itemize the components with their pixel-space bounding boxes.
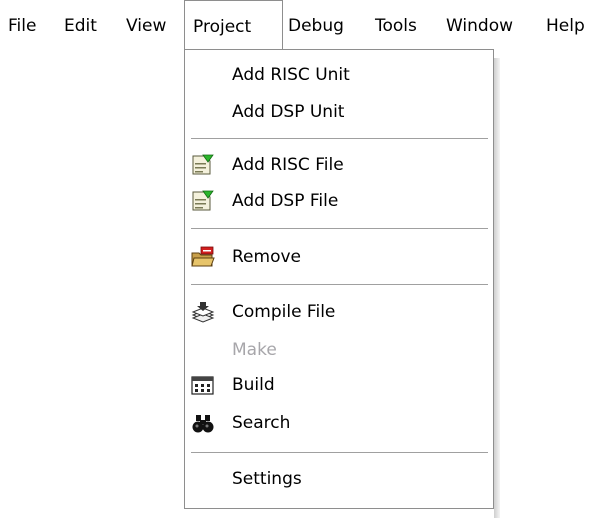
- add-file-icon: [191, 190, 215, 212]
- menu-item-label: Add DSP Unit: [232, 102, 345, 122]
- menu-item-label: Add DSP File: [232, 191, 339, 211]
- menu-separator: [191, 284, 488, 286]
- remove-icon: [191, 246, 215, 268]
- menu-item-build[interactable]: Build: [185, 368, 493, 402]
- dropdown-shadow: [494, 58, 500, 518]
- menu-item-add-risc-unit[interactable]: Add RISC Unit: [185, 58, 493, 92]
- menu-item-label: Remove: [232, 247, 301, 267]
- menu-separator: [191, 452, 488, 454]
- compile-icon: [191, 301, 215, 323]
- add-file-icon: [191, 154, 215, 176]
- project-menu-dropdown: Add RISC Unit Add DSP Unit Add RISC File: [184, 49, 494, 509]
- binoculars-icon: [191, 412, 215, 434]
- menu-window[interactable]: Window: [446, 0, 513, 50]
- menu-item-label: Make: [232, 340, 277, 360]
- menu-item-label: Search: [232, 413, 291, 433]
- menu-item-compile-file[interactable]: Compile File: [185, 295, 493, 329]
- menu-item-label: Add RISC Unit: [232, 65, 350, 85]
- menu-tools[interactable]: Tools: [375, 0, 417, 50]
- menu-item-label: Build: [232, 375, 275, 395]
- menu-project[interactable]: Project: [184, 0, 283, 49]
- menu-help[interactable]: Help: [546, 0, 585, 50]
- menu-debug[interactable]: Debug: [288, 0, 344, 50]
- build-icon: [191, 374, 215, 396]
- menu-item-label: Settings: [232, 469, 302, 489]
- menu-item-add-dsp-file[interactable]: Add DSP File: [185, 184, 493, 218]
- menu-item-label: Add RISC File: [232, 155, 344, 175]
- menu-item-add-risc-file[interactable]: Add RISC File: [185, 148, 493, 182]
- menu-view[interactable]: View: [126, 0, 166, 50]
- menu-edit[interactable]: Edit: [64, 0, 97, 50]
- menu-item-label: Compile File: [232, 302, 336, 322]
- menu-item-settings[interactable]: Settings: [185, 462, 493, 496]
- menu-item-remove[interactable]: Remove: [185, 240, 493, 274]
- menu-item-add-dsp-unit[interactable]: Add DSP Unit: [185, 95, 493, 129]
- menu-file[interactable]: File: [8, 0, 36, 50]
- menu-separator: [191, 228, 488, 230]
- menu-separator: [191, 138, 488, 140]
- menu-bar: File Edit View Project Debug Tools Windo…: [0, 0, 592, 50]
- menu-item-make[interactable]: Make: [185, 333, 493, 367]
- menu-item-search[interactable]: Search: [185, 406, 493, 440]
